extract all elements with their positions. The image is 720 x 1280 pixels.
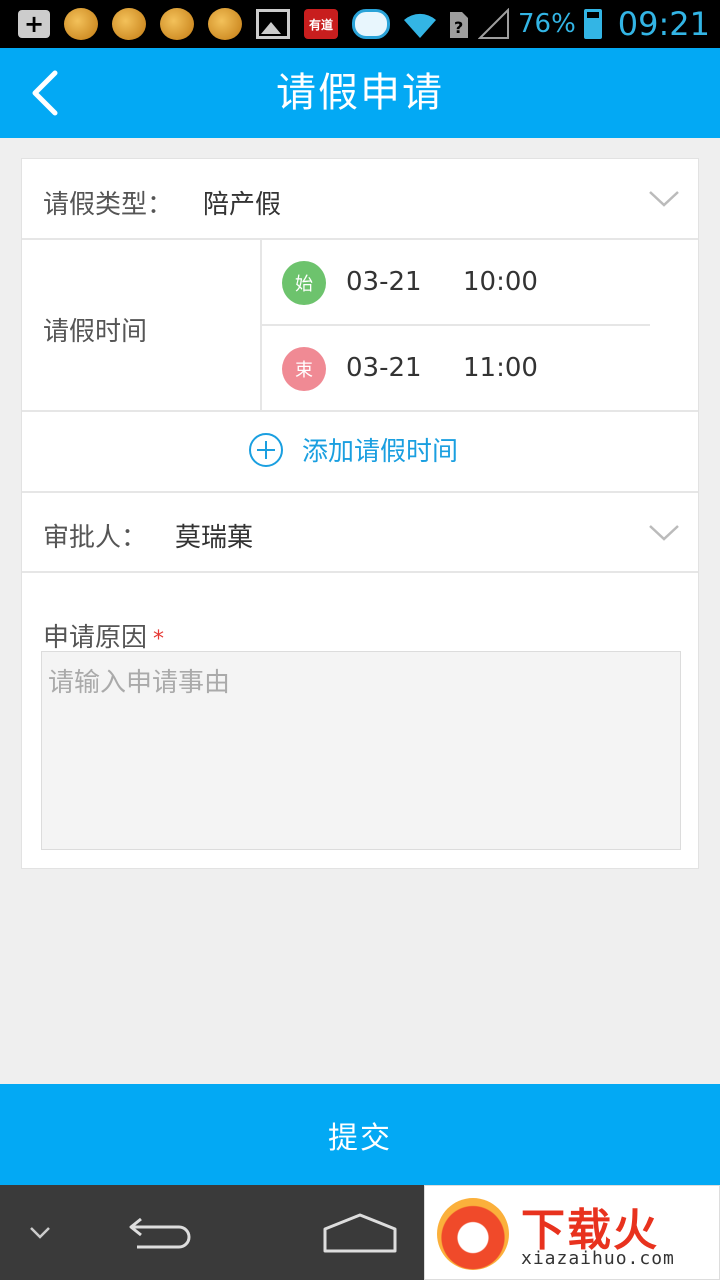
signal-icon [477,8,509,39]
start-date: 03-21 [346,267,422,297]
chevron-down-icon [30,1226,50,1239]
nav-home-button[interactable] [318,1185,402,1280]
flame-logo-icon [437,1198,509,1270]
wifi-icon [403,13,436,39]
image-icon [256,9,290,39]
add-notification-icon: + [18,10,50,38]
start-badge: 始 [282,261,326,305]
uc-browser-icon [112,8,146,40]
add-leave-time-label: 添加请假时间 [302,437,459,467]
hide-keyboard-button[interactable] [20,1185,60,1280]
leave-type-value: 陪产假 [203,190,282,220]
battery-percent: 76% [517,9,576,39]
watermark-subtitle: xiazaihuo.com [521,1248,675,1269]
leave-time-section: 请假时间 始 03-21 10:00 束 03-21 11:00 [22,240,698,412]
approver-selector[interactable]: 审批人： 莫瑞菓 [22,493,698,573]
chevron-down-icon [649,191,679,207]
leave-type-selector[interactable]: 请假类型： 陪产假 [22,159,698,240]
notification-icons: + 有道 [18,6,390,42]
voice-cloud-icon [352,9,390,39]
reason-input[interactable] [41,651,681,850]
plus-circle-icon [249,432,283,467]
approver-label: 审批人： [43,523,148,553]
required-mark: * [153,627,165,652]
end-date: 03-21 [346,353,422,383]
back-button[interactable] [14,63,74,123]
system-icons: ? 76% 09:21 [400,5,710,43]
leave-time-label: 请假时间 [43,317,148,347]
reason-label: 申请原因 * [43,617,164,654]
uc-browser-icon [208,8,242,40]
leave-type-label: 请假类型： [43,190,174,220]
nav-back-button[interactable] [120,1185,200,1280]
status-bar: + 有道 ? 76% 09:21 [0,0,720,48]
back-arrow-icon [32,70,58,116]
add-leave-time: 添加请假时间 [248,431,458,468]
app-header: 请假申请 [0,48,720,138]
add-leave-time-button[interactable]: 添加请假时间 [22,412,698,493]
uc-browser-icon [64,8,98,40]
start-time: 10:00 [463,267,538,297]
divider [262,324,650,326]
chevron-down-icon [649,525,679,541]
end-time: 11:00 [463,353,538,383]
sim-unknown-icon: ? [449,12,468,38]
home-nav-icon [323,1213,397,1252]
svg-text:?: ? [454,18,463,37]
youdao-icon: 有道 [304,9,338,39]
reason-label-text: 申请原因 [43,623,148,653]
approver-value: 莫瑞菓 [175,523,254,553]
submit-button[interactable]: 提交 [0,1084,720,1185]
back-nav-icon [129,1217,191,1248]
clock: 09:21 [617,5,710,43]
battery-icon [583,9,602,39]
watermark: 下载火 xiazaihuo.com [424,1185,720,1280]
uc-browser-icon [160,8,194,40]
page-title: 请假申请 [276,70,444,116]
end-badge: 束 [282,347,326,391]
leave-form: 请假类型： 陪产假 请假时间 始 03-21 10:00 束 03-21 11:… [21,158,699,869]
